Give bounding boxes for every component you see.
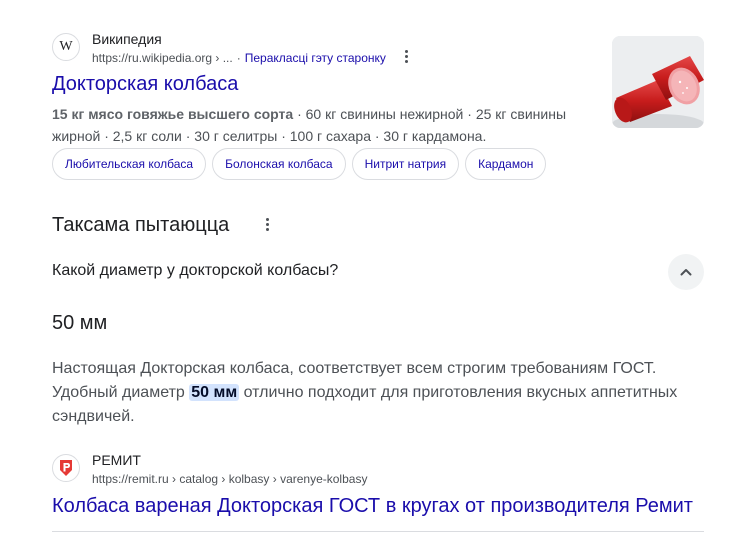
result-title-link[interactable]: Докторская колбаса: [52, 73, 238, 96]
result-source[interactable]: РЕМИТ https://remit.ru › catalog › kolba…: [52, 451, 592, 487]
url-text: https://ru.wikipedia.org › ...: [92, 51, 233, 65]
site-url: https://remit.ru › catalog › kolbasy › v…: [92, 472, 368, 486]
url-separator: ·: [236, 51, 241, 65]
chip-related-2[interactable]: Нитрит натрия: [351, 148, 460, 180]
answer-headline: 50 мм: [52, 312, 108, 334]
result-source[interactable]: W Википедия https://ru.wikipedia.org › .…: [52, 30, 592, 66]
more-options-icon[interactable]: [401, 48, 411, 64]
site-name: РЕМИТ: [92, 452, 141, 468]
collapse-button[interactable]: [668, 254, 704, 290]
people-also-ask-title: Таксама пытаюцца: [52, 214, 230, 236]
chip-related-3[interactable]: Кардамон: [465, 148, 547, 180]
chip-related-1[interactable]: Болонская колбаса: [212, 148, 346, 180]
answer-highlight: 50 мм: [189, 384, 240, 401]
result-thumbnail[interactable]: [612, 36, 704, 128]
divider: [52, 531, 704, 532]
more-options-icon[interactable]: [262, 216, 272, 232]
paa-question[interactable]: Какой диаметр у докторской колбасы?: [52, 262, 338, 280]
result-title-link[interactable]: Колбаса вареная Докторская ГОСТ в кругах…: [52, 495, 693, 518]
site-name: Википедия: [92, 31, 162, 47]
site-url: https://ru.wikipedia.org › ... · Перакласц…: [92, 51, 386, 65]
result-snippet: 15 кг мясо говяжье высшего сорта · 60 кг…: [52, 103, 582, 147]
related-chips: Любительская колбаса Болонская колбаса Н…: [52, 148, 547, 180]
chip-related-0[interactable]: Любительская колбаса: [52, 148, 207, 180]
wikipedia-favicon-icon: W: [52, 33, 80, 61]
chevron-up-icon: [680, 269, 692, 276]
remit-logo-icon: [52, 454, 80, 482]
translate-link[interactable]: Перакласці гэту старонку: [245, 51, 386, 65]
snippet-bold: 15 кг мясо говяжье высшего сорта: [52, 106, 294, 122]
answer-text: Настоящая Докторская колбаса, соответств…: [52, 357, 704, 429]
